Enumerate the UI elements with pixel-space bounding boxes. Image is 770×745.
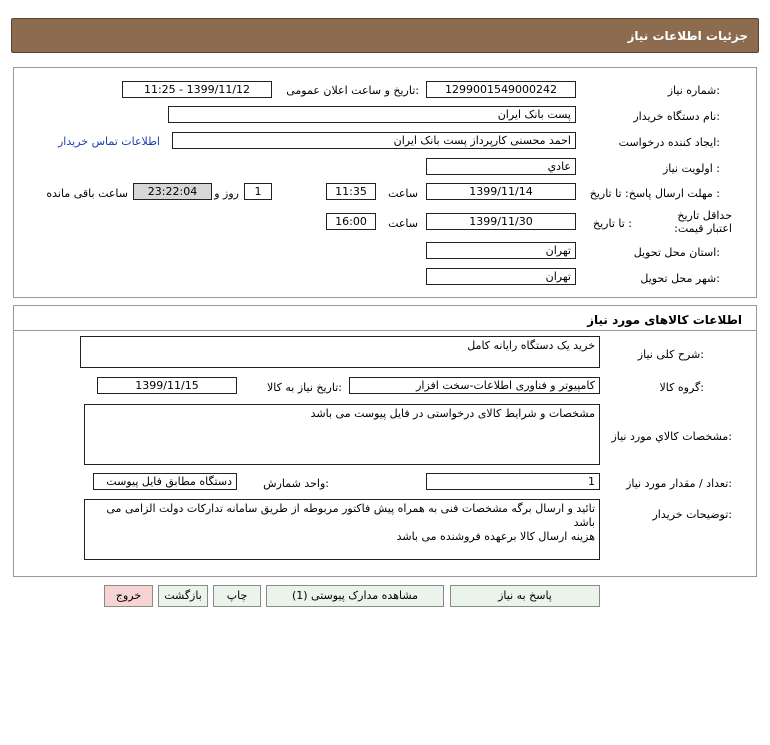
deadline-label: مهلت ارسال پاسخ: تا تاریخ :: [589, 187, 720, 200]
province-label: استان محل تحویل:: [633, 246, 720, 259]
unit-label: واحد شمارش:: [263, 477, 329, 490]
group-field: کامپیوتر و فناوری اطلاعات-سخت افزار: [349, 377, 600, 394]
validity-to-label: تا تاریخ :: [593, 217, 632, 230]
buyer-contact-link[interactable]: اطلاعات تماس خریدار: [58, 135, 160, 148]
priority-label: اولویت نیاز :: [662, 162, 720, 175]
priority-field: عادي: [426, 158, 576, 175]
announce-field: 1399/11/12 - 11:25: [122, 81, 272, 98]
unit-field: دستگاه مطابق فایل پیوست: [93, 473, 237, 490]
spec-field: مشخصات و شرایط کالای درخواستی در فایل پی…: [84, 404, 600, 465]
notes-label: توضیحات خریدار:: [652, 508, 733, 521]
validity-time-field: 16:00: [326, 213, 376, 230]
buyer-org-label: نام دستگاه خریدار:: [633, 110, 720, 123]
need-date-label: تاریخ نیاز به کالا:: [267, 381, 342, 394]
deadline-date-field: 1399/11/14: [426, 183, 576, 200]
page-header: جزئیات اطلاعات نیاز: [11, 18, 759, 53]
creator-label: ایجاد کننده درخواست:: [618, 136, 720, 149]
summary-label: شرح کلی نیاز:: [637, 348, 704, 361]
notes-line-1: تائید و ارسال برگه مشخصات فنی به همراه پ…: [106, 502, 595, 529]
back-button[interactable]: بازگشت: [158, 585, 208, 607]
deadline-time-label: ساعت: [388, 187, 418, 200]
qty-field: 1: [426, 473, 600, 490]
announce-label: تاریخ و ساعت اعلان عمومی:: [286, 84, 419, 97]
spec-label: مشخصات کالاي مورد نیاز:: [611, 430, 732, 443]
print-button[interactable]: چاپ: [213, 585, 261, 607]
validity-time-label: ساعت: [388, 217, 418, 230]
reply-button[interactable]: پاسخ به نیاز: [450, 585, 600, 607]
need-number-label: شماره نیاز:: [667, 84, 720, 97]
qty-label: تعداد / مقدار مورد نیاز:: [626, 477, 732, 490]
goods-section-title: اطلاعات کالاهای مورد نیاز: [587, 313, 742, 327]
buyer-org-field: پست بانک ایران: [168, 106, 576, 123]
notes-field: تائید و ارسال برگه مشخصات فنی به همراه پ…: [84, 499, 600, 560]
creator-field: احمد محسنی کارپرداز پست بانک ایران: [172, 132, 576, 149]
need-number-field: 1299001549000242: [426, 81, 576, 98]
validity-date-field: 1399/11/30: [426, 213, 576, 230]
page-title: جزئیات اطلاعات نیاز: [627, 29, 748, 43]
notes-line-2: هزینه ارسال کالا برعهده فروشنده می باشد: [396, 530, 595, 543]
validity-label: حداقل تاریخ اعتبار قیمت:: [674, 209, 732, 235]
days-label: روز و: [214, 187, 239, 200]
deadline-time-field: 11:35: [326, 183, 376, 200]
city-label: شهر محل تحویل:: [640, 272, 720, 285]
province-field: تهران: [426, 242, 576, 259]
need-details-panel: [13, 67, 757, 298]
days-field: 1: [244, 183, 272, 200]
exit-button[interactable]: خروج: [104, 585, 153, 607]
city-field: تهران: [426, 268, 576, 285]
group-label: گروه کالا:: [659, 381, 704, 394]
need-date-field: 1399/11/15: [97, 377, 237, 394]
section-divider: [14, 330, 756, 331]
remaining-time-field: 23:22:04: [133, 183, 212, 200]
remaining-label: ساعت باقی مانده: [46, 187, 128, 200]
view-attachments-button[interactable]: مشاهده مدارک پیوستی (1): [266, 585, 444, 607]
summary-field: خرید یک دستگاه رایانه کامل: [80, 336, 600, 368]
